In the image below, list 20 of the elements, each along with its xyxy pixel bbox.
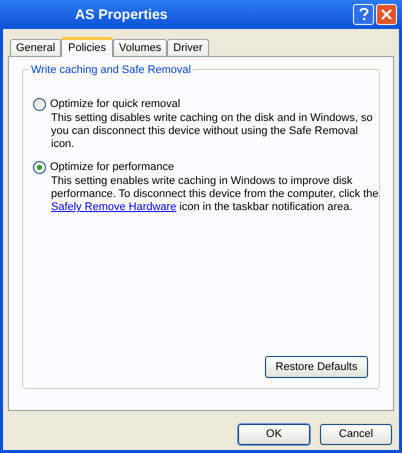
ok-button[interactable]: OK <box>238 424 310 445</box>
tab[interactable]: Policies <box>61 37 114 57</box>
tab[interactable]: Volumes <box>113 39 168 56</box>
group-title: Write caching and Safe Removal <box>29 62 193 78</box>
close-button[interactable] <box>376 4 397 25</box>
option-description: This setting disables write caching on the disk and in Windows, so you can disconnect this device without using the Safe Removal icon. <box>51 112 374 151</box>
help-icon <box>358 8 368 21</box>
window-title: AS Properties <box>75 5 169 24</box>
option-description: This setting enables write caching in Windows to improve disk performance. To disconnect this device from the computer, click the Safely Remove Hardware icon in the taskbar notification area. <box>51 175 380 214</box>
radio-button[interactable] <box>33 98 46 110</box>
cancel-button[interactable]: Cancel <box>320 424 392 445</box>
tab[interactable]: General <box>10 39 62 56</box>
radio-option[interactable]: Optimize for performance <box>33 159 375 175</box>
radio-button[interactable] <box>33 160 46 174</box>
hardware-link[interactable]: Safely Remove Hardware <box>51 201 176 213</box>
help-button[interactable] <box>353 4 374 25</box>
radio-option[interactable]: Optimize for quick removal <box>33 96 375 112</box>
close-icon <box>381 9 392 20</box>
restore-defaults-button[interactable]: Restore Defaults <box>265 356 368 378</box>
tab[interactable]: Driver <box>167 39 209 56</box>
